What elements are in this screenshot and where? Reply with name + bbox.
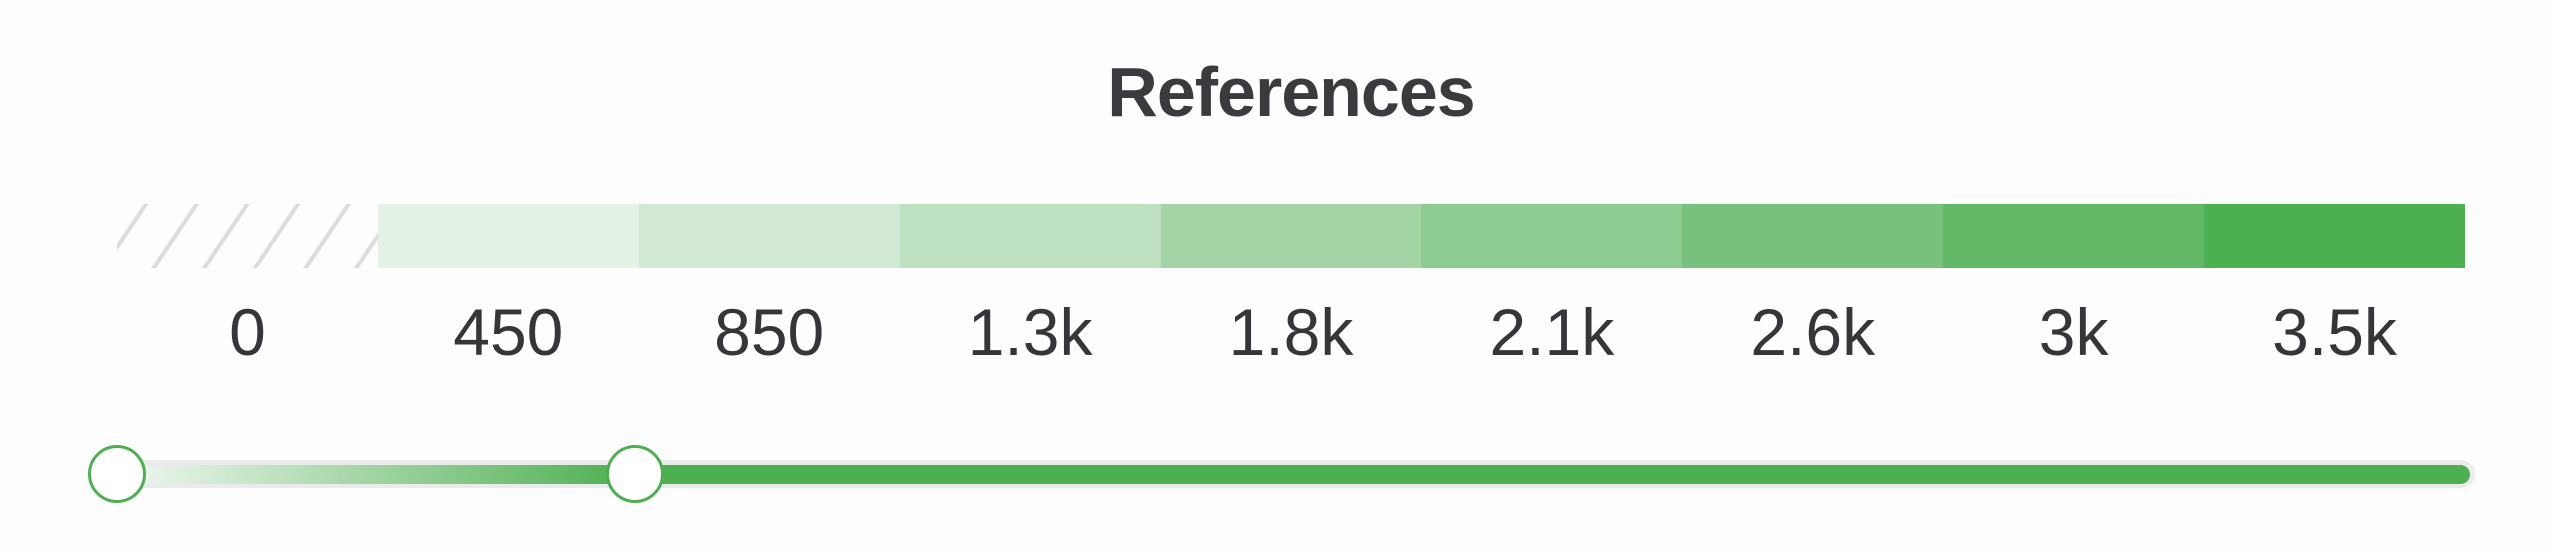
color-bucket (1160, 204, 1422, 268)
color-bucket (638, 204, 900, 268)
tick-label: 3k (2038, 295, 2109, 369)
tick-label: 450 (453, 295, 564, 369)
tick-label: 2.6k (1750, 295, 1876, 369)
color-bucket (377, 204, 639, 268)
tick-label: 3.5k (2272, 295, 2397, 369)
range-slider[interactable] (88, 445, 2475, 503)
slider-threshold-handle[interactable] (605, 445, 664, 503)
color-bucket (1421, 204, 1683, 268)
color-bucket (1682, 204, 1944, 268)
color-bucket-no-data (117, 204, 378, 268)
color-bucket (1943, 204, 2205, 268)
tick-label: 850 (714, 295, 825, 369)
tick-label: 1.3k (967, 295, 1093, 369)
legend-title: References (1107, 53, 1475, 131)
tick-label: 1.8k (1228, 295, 1354, 369)
slider-fill-solid (634, 465, 2470, 484)
slider-min-handle[interactable] (88, 445, 146, 503)
tick-label: 2.1k (1489, 295, 1615, 369)
color-bucket (899, 204, 1161, 268)
color-scale-labels: 0 450 850 1.3k 1.8k 2.1k 2.6k 3k 3.5k (117, 292, 2465, 372)
slider-fill-gradient (117, 465, 635, 484)
color-bucket (2204, 204, 2466, 268)
tick-label: 0 (229, 295, 266, 369)
color-scale-bar (117, 204, 2466, 268)
